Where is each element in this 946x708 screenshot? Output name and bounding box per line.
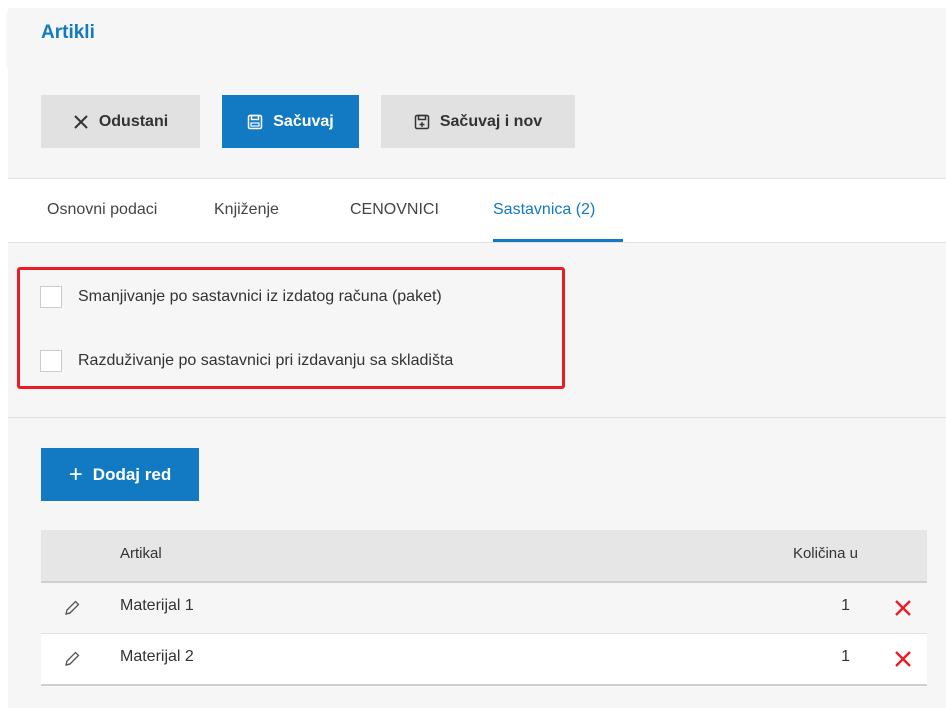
reduce-by-bom-label: Smanjivanje po sastavnici iz izdatog rač… [78, 288, 442, 305]
save-button[interactable]: Sačuvaj [222, 95, 359, 148]
add-row-button-label: Dodaj red [92, 464, 172, 484]
row-article: Materijal 2 [120, 648, 194, 665]
column-header-quantity: Količina u [792, 545, 858, 562]
reduce-by-bom-checkbox[interactable] [40, 286, 62, 308]
components-section: + Dodaj red Artikal Količina u Materijal… [8, 418, 946, 708]
tab-osnovni-podaci[interactable]: Osnovni podaci [47, 201, 157, 219]
discharge-by-bom-checkbox[interactable] [40, 350, 62, 372]
pencil-icon[interactable] [63, 599, 81, 622]
table-row: Materijal 1 1 [41, 583, 927, 634]
tab-knjizenje[interactable]: Knjiženje [214, 201, 279, 219]
cancel-button[interactable]: Odustani [41, 95, 200, 148]
delete-x-icon[interactable] [893, 649, 913, 674]
add-row-button[interactable]: + Dodaj red [41, 448, 199, 501]
tab-bar: Osnovni podaci Knjiženje CENOVNICI Sasta… [8, 179, 946, 243]
table-row: Materijal 2 1 [41, 634, 927, 686]
page: Artikli Odustani Sačuvaj Sačuvaj i nov O… [0, 0, 946, 708]
tab-cenovnici[interactable]: CENOVNICI [350, 201, 439, 219]
option-discharge-by-bom: Razduživanje po sastavnici pri izdavanju… [40, 350, 453, 372]
option-reduce-by-bom: Smanjivanje po sastavnici iz izdatog rač… [40, 286, 442, 308]
row-quantity: 1 [841, 597, 850, 614]
save-button-label: Sačuvaj [273, 112, 334, 130]
active-tab-indicator [493, 239, 623, 242]
row-article: Materijal 1 [120, 597, 194, 614]
floppy-disk-plus-icon [414, 114, 430, 130]
close-icon [73, 114, 89, 130]
components-table: Artikal Količina u Materijal 1 1 Materij… [41, 530, 927, 686]
bom-options-panel: Smanjivanje po sastavnici iz izdatog rač… [8, 243, 946, 418]
pencil-icon[interactable] [63, 650, 81, 673]
floppy-disk-icon [247, 114, 263, 130]
action-toolbar: Odustani Sačuvaj Sačuvaj i nov [8, 66, 946, 179]
header-bar: Artikli [8, 8, 946, 66]
table-header: Artikal Količina u [41, 530, 927, 583]
cancel-button-label: Odustani [98, 112, 169, 130]
row-quantity: 1 [841, 648, 850, 665]
column-header-article: Artikal [120, 545, 162, 562]
discharge-by-bom-label: Razduživanje po sastavnici pri izdavanju… [78, 352, 454, 369]
tab-sastavnica[interactable]: Sastavnica (2) [493, 201, 595, 219]
plus-icon: + [68, 460, 83, 488]
save-new-button[interactable]: Sačuvaj i nov [381, 95, 575, 148]
page-title: Artikli [41, 22, 95, 43]
delete-x-icon[interactable] [893, 598, 913, 623]
save-new-button-label: Sačuvaj i nov [439, 112, 543, 130]
